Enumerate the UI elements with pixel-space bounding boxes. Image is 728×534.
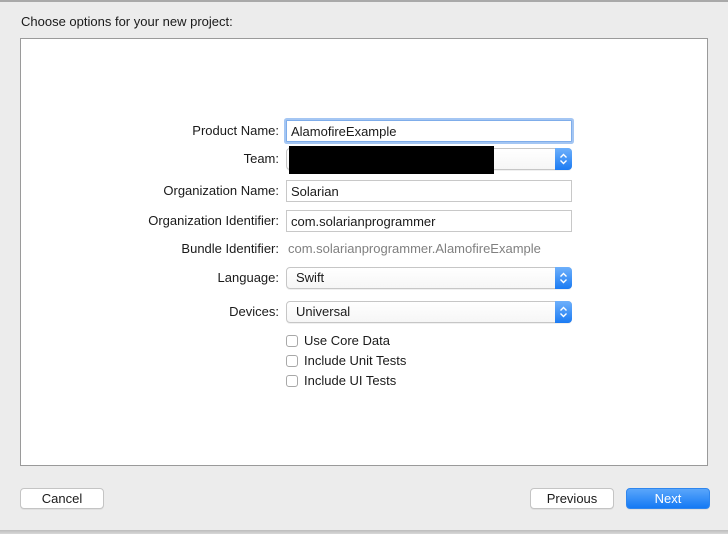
- product-name-label: Product Name:: [192, 123, 279, 138]
- updown-chevron-icon: [555, 301, 572, 323]
- team-label: Team:: [243, 151, 279, 166]
- previous-button[interactable]: Previous: [530, 488, 614, 509]
- updown-chevron-icon: [555, 267, 572, 289]
- checkbox-label: Use Core Data: [304, 333, 390, 348]
- redacted-team-value: [289, 146, 494, 174]
- language-popup[interactable]: Swift: [286, 267, 572, 289]
- checkbox-box[interactable]: [286, 355, 298, 367]
- devices-popup[interactable]: Universal: [286, 301, 572, 323]
- checkbox-label: Include UI Tests: [304, 373, 397, 388]
- devices-row: Devices: Universal: [0, 301, 728, 323]
- dialog-heading: Choose options for your new project:: [21, 14, 233, 29]
- devices-value: Universal: [296, 304, 351, 319]
- checkbox-box[interactable]: [286, 375, 298, 387]
- organization-identifier-row: Organization Identifier:: [0, 210, 728, 232]
- organization-name-label: Organization Name:: [163, 183, 279, 198]
- organization-name-input[interactable]: [286, 180, 572, 202]
- include-unit-tests-checkbox[interactable]: Include Unit Tests: [286, 353, 486, 369]
- window-top-border: [0, 0, 728, 2]
- organization-name-row: Organization Name:: [0, 180, 728, 202]
- bundle-identifier-row: Bundle Identifier: com.solarianprogramme…: [0, 238, 728, 260]
- language-value: Swift: [296, 270, 325, 285]
- checkbox-label: Include Unit Tests: [304, 353, 407, 368]
- organization-identifier-label: Organization Identifier:: [148, 213, 279, 228]
- bundle-identifier-label: Bundle Identifier:: [181, 241, 279, 256]
- updown-chevron-icon: [555, 148, 572, 170]
- product-name-row: Product Name:: [0, 120, 728, 142]
- bundle-identifier-value: com.solarianprogrammer.AlamofireExample: [288, 241, 541, 256]
- use-core-data-checkbox[interactable]: Use Core Data: [286, 333, 486, 349]
- product-name-input[interactable]: [286, 120, 572, 142]
- window-bottom-edge: [0, 530, 728, 534]
- language-label: Language:: [217, 270, 279, 285]
- checkbox-box[interactable]: [286, 335, 298, 347]
- next-button[interactable]: Next: [626, 488, 710, 509]
- devices-label: Devices:: [229, 304, 279, 319]
- cancel-button[interactable]: Cancel: [20, 488, 104, 509]
- language-row: Language: Swift: [0, 267, 728, 289]
- organization-identifier-input[interactable]: [286, 210, 572, 232]
- include-ui-tests-checkbox[interactable]: Include UI Tests: [286, 373, 486, 389]
